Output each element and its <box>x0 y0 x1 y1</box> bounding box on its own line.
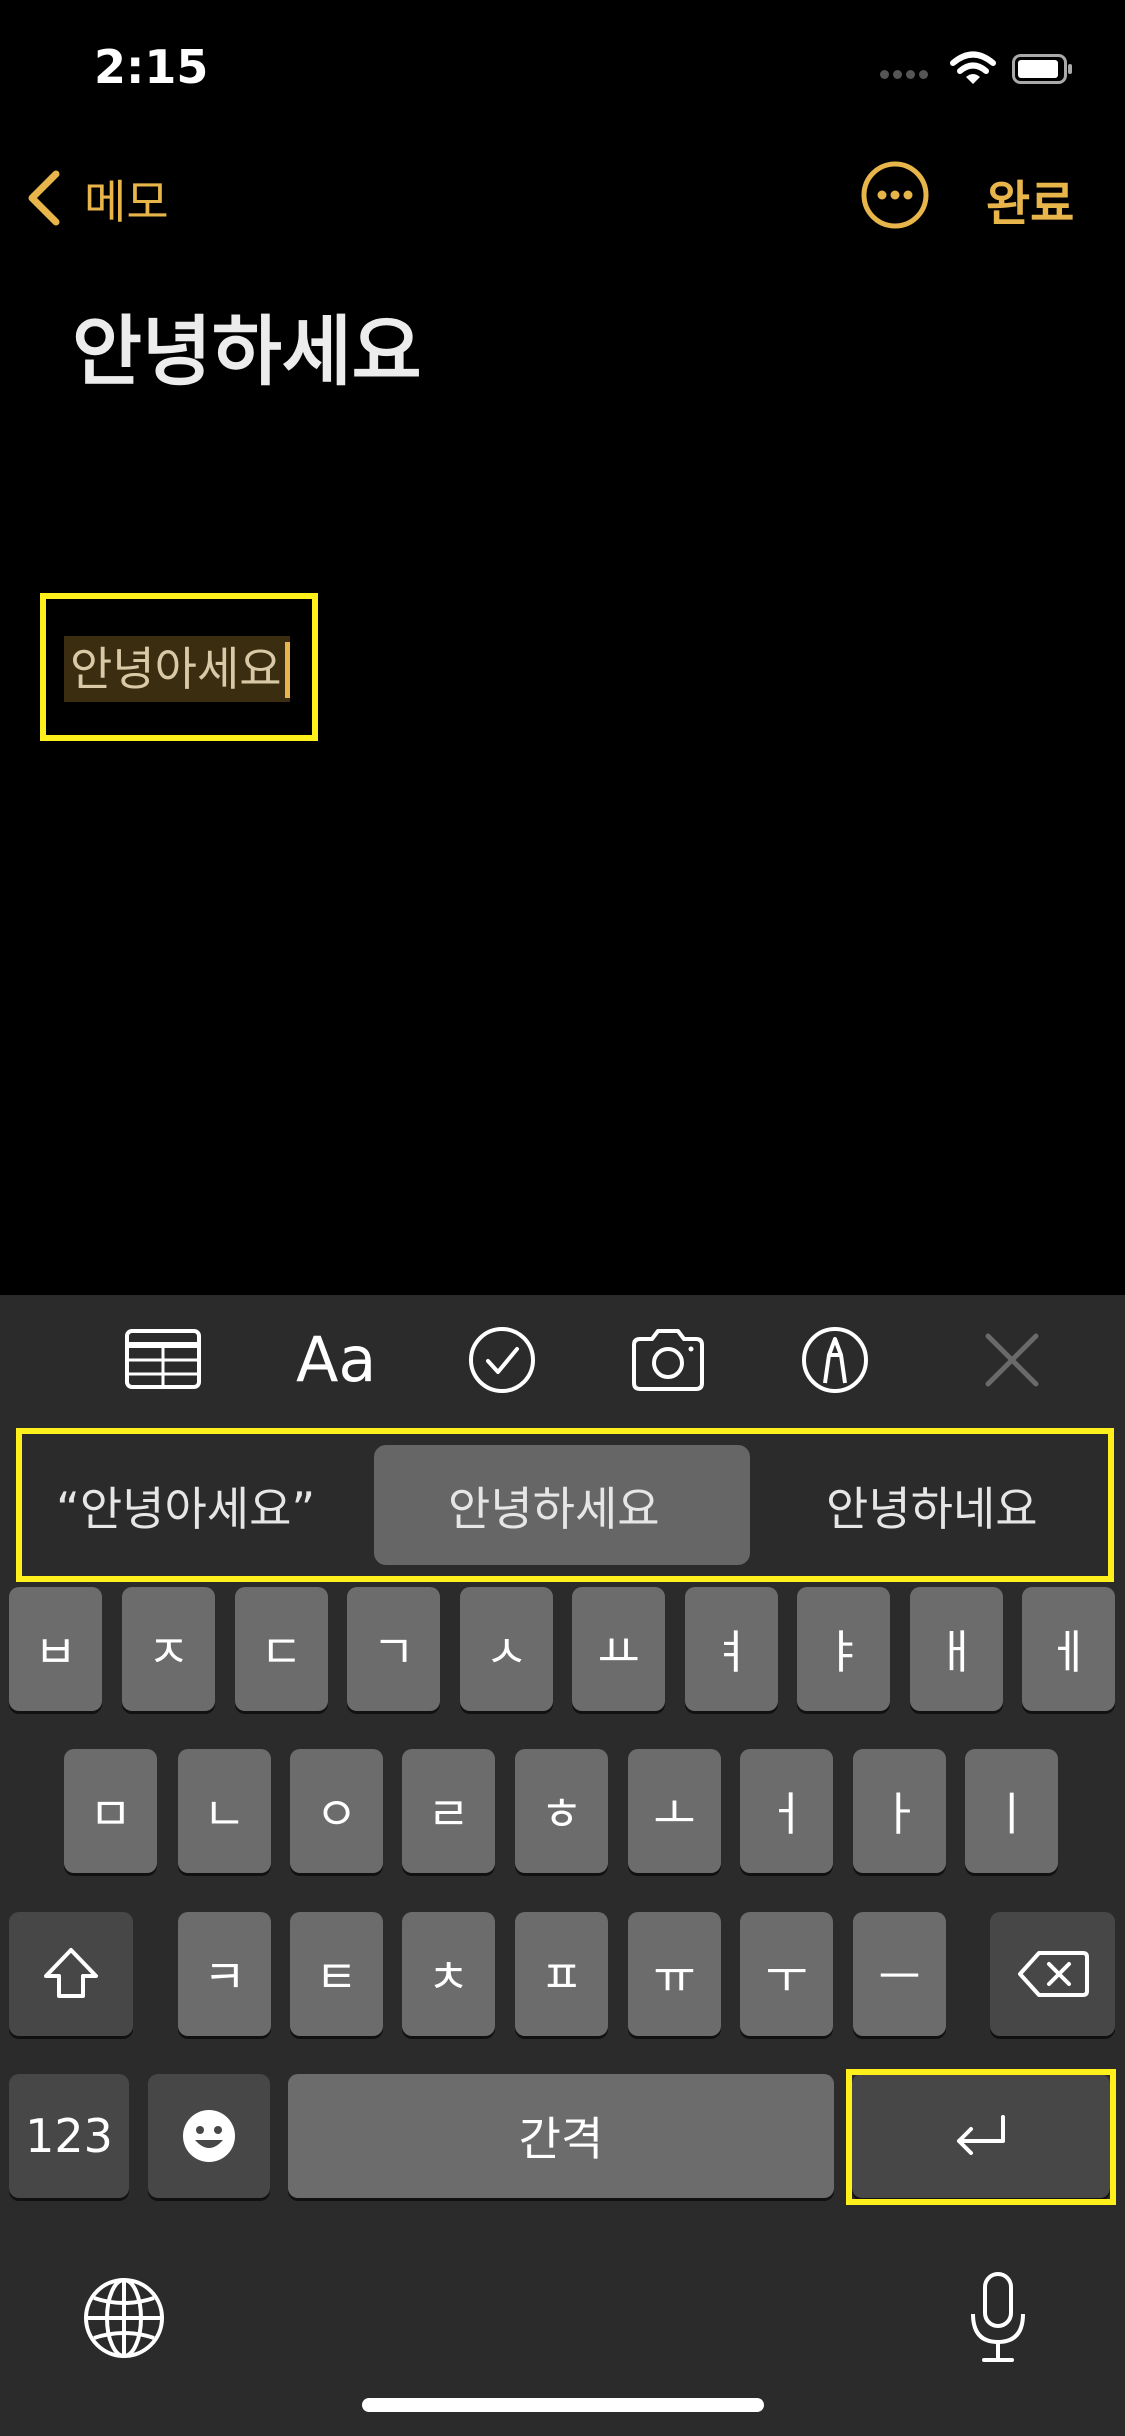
note-title[interactable]: 안녕하세요 <box>72 290 422 400</box>
key-row1[interactable]: ㅛ <box>572 1587 665 1711</box>
key-row2[interactable]: ㅣ <box>965 1749 1058 1873</box>
microphone-icon[interactable] <box>966 2270 1030 2366</box>
back-chevron-icon[interactable] <box>22 166 66 230</box>
key-row1[interactable]: ㅑ <box>797 1587 890 1711</box>
camera-icon[interactable] <box>628 1325 708 1395</box>
key-row1[interactable]: ㅔ <box>1022 1587 1115 1711</box>
key-row3[interactable]: ㅜ <box>740 1912 833 2036</box>
marked-text[interactable]: 안녕아세요 <box>64 636 290 702</box>
key-row1[interactable]: ㄱ <box>347 1587 440 1711</box>
status-time: 2:15 <box>94 40 209 94</box>
back-button[interactable]: 메모 <box>84 166 169 232</box>
suggestion-middle[interactable]: 안녕하세요 <box>448 1473 660 1539</box>
marked-text-label: 안녕아세요 <box>70 642 282 696</box>
shift-icon <box>44 1948 98 1998</box>
key-row3[interactable]: ㅊ <box>402 1912 495 2036</box>
table-icon[interactable] <box>123 1325 203 1395</box>
key-row1[interactable]: ㅅ <box>460 1587 553 1711</box>
backspace-icon <box>1017 1951 1089 1997</box>
key-row2[interactable]: ㅗ <box>628 1749 721 1873</box>
battery-icon <box>1012 54 1074 84</box>
key-row2[interactable]: ㅁ <box>64 1749 157 1873</box>
done-button[interactable]: 완료 <box>986 164 1074 234</box>
more-options-icon[interactable] <box>860 160 930 230</box>
emoji-key[interactable] <box>148 2074 270 2198</box>
text-format-icon[interactable]: Aa <box>296 1325 386 1395</box>
emoji-icon <box>183 2110 235 2162</box>
text-cursor <box>284 642 290 698</box>
markup-icon[interactable] <box>800 1325 880 1395</box>
key-row2[interactable]: ㄴ <box>178 1749 271 1873</box>
suggestion-left[interactable]: “안녕아세요” <box>56 1473 315 1539</box>
key-row3[interactable]: ㅡ <box>853 1912 946 2036</box>
close-icon[interactable] <box>982 1325 1062 1395</box>
wifi-icon <box>950 50 996 86</box>
numbers-key[interactable]: 123 <box>9 2074 129 2198</box>
key-row2[interactable]: ㅓ <box>740 1749 833 1873</box>
key-row2[interactable]: ㄹ <box>402 1749 495 1873</box>
globe-icon[interactable] <box>82 2276 166 2360</box>
home-indicator <box>362 2398 764 2412</box>
checklist-icon[interactable] <box>467 1325 547 1395</box>
key-row1[interactable]: ㅐ <box>910 1587 1003 1711</box>
key-row3[interactable]: ㅠ <box>628 1912 721 2036</box>
key-row3[interactable]: ㅍ <box>515 1912 608 2036</box>
delete-key[interactable] <box>990 1912 1115 2036</box>
shift-key[interactable] <box>9 1912 133 2036</box>
cellular-signal-icon <box>880 64 944 79</box>
key-row1[interactable]: ㄷ <box>235 1587 328 1711</box>
suggestion-right[interactable]: 안녕하네요 <box>826 1473 1038 1539</box>
key-row3[interactable]: ㅌ <box>290 1912 383 2036</box>
highlight-box-return-key <box>846 2069 1116 2205</box>
space-key[interactable]: 간격 <box>288 2074 834 2198</box>
key-row1[interactable]: ㅈ <box>122 1587 215 1711</box>
key-row2[interactable]: ㅎ <box>515 1749 608 1873</box>
key-row2[interactable]: ㅏ <box>853 1749 946 1873</box>
key-row3[interactable]: ㅋ <box>178 1912 271 2036</box>
key-row1[interactable]: ㅂ <box>9 1587 102 1711</box>
key-row1[interactable]: ㅕ <box>685 1587 778 1711</box>
key-row2[interactable]: ㅇ <box>290 1749 383 1873</box>
